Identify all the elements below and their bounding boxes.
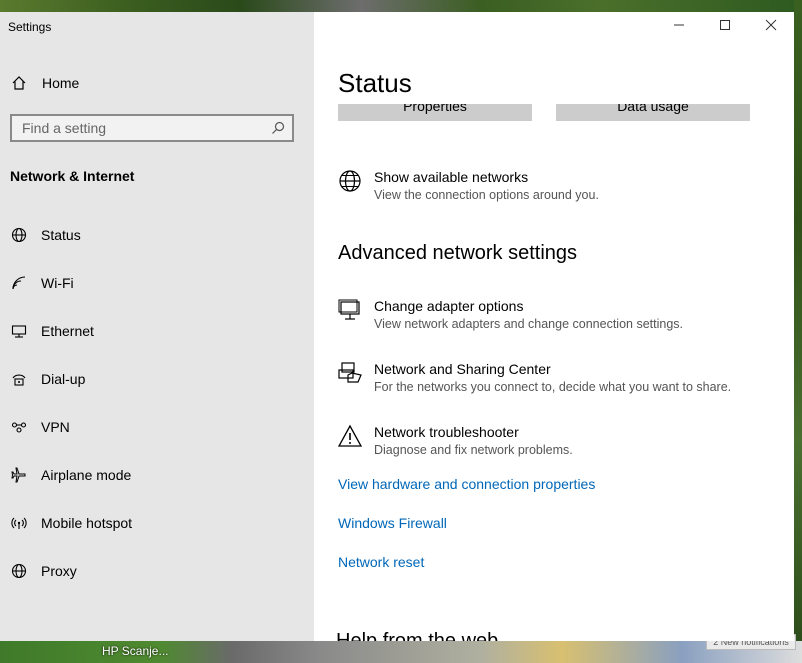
desktop-background-right: [794, 0, 802, 663]
view-hardware-properties-link[interactable]: View hardware and connection properties: [338, 476, 595, 492]
show-available-networks[interactable]: Show available networks View the connect…: [338, 169, 778, 215]
maximize-icon: [719, 18, 731, 36]
globe-icon: [10, 226, 28, 244]
option-description: View network adapters and change connect…: [374, 317, 683, 331]
desktop-background-top: [0, 0, 802, 12]
globe-icon: [10, 562, 28, 580]
network-sharing-center[interactable]: Network and Sharing Center For the netwo…: [338, 361, 778, 407]
sidebar-item-label: Proxy: [41, 563, 77, 579]
sidebar-item-label: Home: [42, 75, 80, 91]
search-input[interactable]: [12, 116, 272, 140]
home-icon: [10, 74, 28, 92]
sharing-center-icon: [338, 361, 362, 385]
ethernet-icon: [10, 322, 28, 340]
sidebar-item-label: Dial-up: [41, 371, 86, 387]
sidebar-item-dialup[interactable]: Dial-up: [0, 359, 314, 399]
sidebar-item-wifi[interactable]: Wi-Fi: [0, 263, 314, 303]
sidebar-item-proxy[interactable]: Proxy: [0, 551, 314, 591]
dialup-icon: [10, 370, 28, 388]
hotspot-icon: [10, 514, 28, 532]
taskbar-app-label[interactable]: HP Scanje...: [102, 644, 168, 658]
sidebar-item-status[interactable]: Status: [0, 215, 314, 255]
data-usage-button-label: Data usage: [617, 104, 689, 114]
option-title: Network troubleshooter: [374, 424, 519, 440]
close-button[interactable]: [748, 16, 794, 38]
properties-button-label: Properties: [403, 104, 467, 114]
sidebar-item-label: Mobile hotspot: [41, 515, 133, 531]
monitor-icon: [338, 298, 362, 322]
sidebar: Settings Home Network & Internet Status: [0, 12, 314, 641]
settings-window: Settings Home Network & Internet Status: [0, 12, 794, 641]
sidebar-item-airplane-mode[interactable]: Airplane mode: [0, 455, 314, 495]
minimize-button[interactable]: [656, 16, 702, 38]
close-icon: [765, 18, 777, 36]
sidebar-item-label: Status: [41, 227, 81, 243]
sidebar-item-label: Ethernet: [41, 323, 94, 339]
vpn-icon: [10, 418, 28, 436]
maximize-button[interactable]: [702, 16, 748, 38]
sidebar-item-vpn[interactable]: VPN: [0, 407, 314, 447]
network-reset-link[interactable]: Network reset: [338, 554, 424, 570]
data-usage-button[interactable]: Data usage: [556, 104, 750, 121]
page-title: Status: [338, 68, 412, 98]
option-description: Diagnose and fix network problems.: [374, 443, 573, 457]
properties-button[interactable]: Properties: [338, 104, 532, 121]
sidebar-item-label: Airplane mode: [41, 467, 132, 483]
help-heading-text: Help from the web: [336, 630, 499, 641]
option-description: For the networks you connect to, decide …: [374, 380, 732, 394]
help-from-web-heading: Help from the web: [336, 630, 636, 641]
change-adapter-options[interactable]: Change adapter options View network adap…: [338, 298, 778, 344]
minimize-icon: [673, 18, 685, 36]
sidebar-item-home[interactable]: Home: [0, 63, 314, 103]
main-content: Status Properties Data usage Show availa…: [314, 12, 794, 641]
windows-firewall-link[interactable]: Windows Firewall: [338, 515, 447, 531]
sidebar-item-label: Wi-Fi: [41, 275, 74, 291]
option-title: Network and Sharing Center: [374, 361, 551, 377]
option-title: Show available networks: [374, 169, 529, 185]
section-title: Network & Internet: [10, 168, 135, 184]
advanced-network-heading: Advanced network settings: [338, 242, 578, 264]
option-description: View the connection options around you.: [374, 188, 599, 202]
wifi-icon: [10, 274, 28, 292]
sidebar-item-label: VPN: [41, 419, 70, 435]
globe-icon: [338, 169, 362, 193]
warning-icon: [337, 424, 363, 448]
sidebar-item-mobile-hotspot[interactable]: Mobile hotspot: [0, 503, 314, 543]
sidebar-item-ethernet[interactable]: Ethernet: [0, 311, 314, 351]
option-title: Change adapter options: [374, 298, 524, 314]
search-box[interactable]: [10, 114, 294, 142]
search-icon[interactable]: [270, 120, 286, 136]
network-troubleshooter[interactable]: Network troubleshooter Diagnose and fix …: [337, 424, 778, 470]
window-title: Settings: [8, 20, 52, 34]
airplane-icon: [10, 466, 28, 484]
